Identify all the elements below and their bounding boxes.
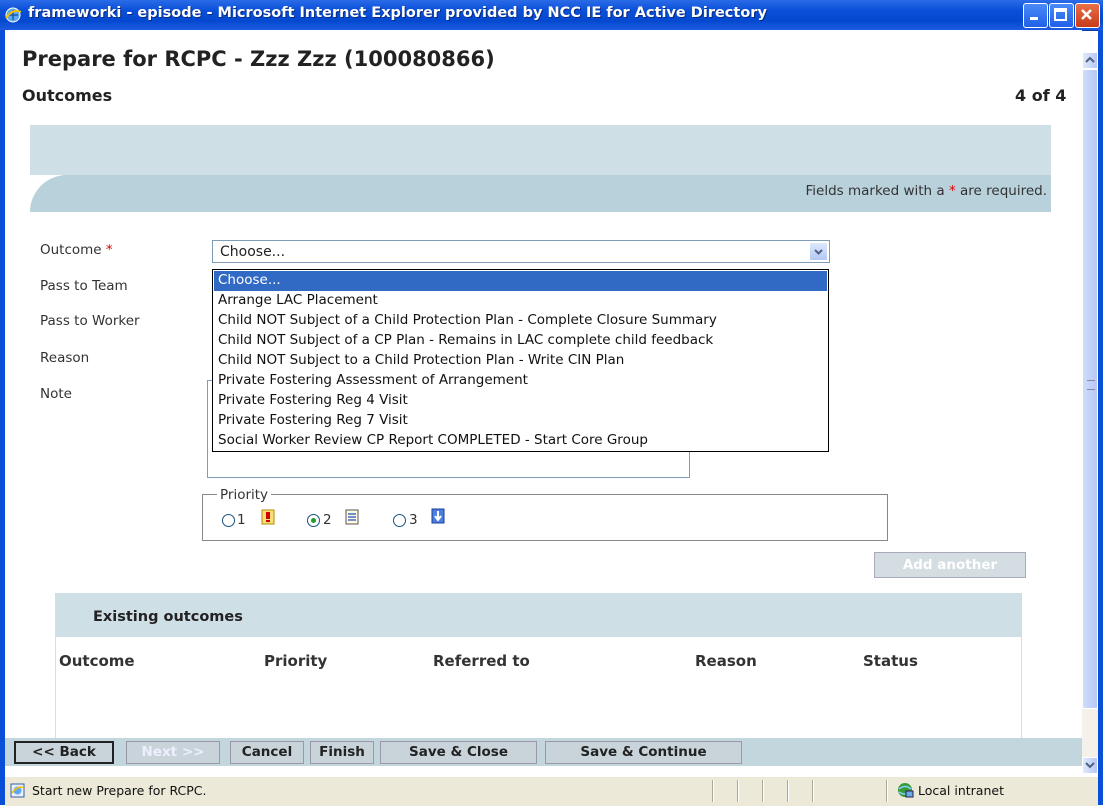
column-header-reason: Reason bbox=[695, 652, 757, 670]
column-header-referred-to: Referred to bbox=[433, 652, 530, 670]
dropdown-option[interactable]: Child NOT Subject of a CP Plan - Remains… bbox=[214, 331, 827, 351]
priority-2-radio[interactable] bbox=[307, 514, 320, 527]
required-fields-note: Fields marked with a * are required. bbox=[806, 183, 1048, 199]
status-text: Start new Prepare for RCPC. bbox=[32, 783, 207, 798]
high-priority-icon bbox=[261, 509, 275, 525]
status-divider bbox=[737, 780, 739, 802]
window-title-bar[interactable]: frameworki - episode - Microsoft Interne… bbox=[0, 0, 1103, 31]
dropdown-option[interactable]: Private Fostering Assessment of Arrangem… bbox=[214, 371, 827, 391]
save-close-button[interactable]: Save & Close bbox=[380, 741, 537, 764]
dropdown-option[interactable]: Social Worker Review CP Report COMPLETED… bbox=[214, 431, 827, 451]
reason-label: Reason bbox=[40, 350, 90, 366]
window-title: frameworki - episode - Microsoft Interne… bbox=[28, 5, 767, 21]
maximize-icon bbox=[1054, 8, 1067, 21]
window-frame-right bbox=[1098, 30, 1103, 805]
priority-2-label: 2 bbox=[323, 512, 332, 528]
column-header-status: Status bbox=[863, 652, 918, 670]
outcome-required-star: * bbox=[105, 242, 113, 258]
close-button[interactable] bbox=[1075, 3, 1100, 28]
page-icon bbox=[10, 783, 25, 798]
note-label: Note bbox=[40, 386, 72, 402]
chevron-up-icon bbox=[1085, 56, 1095, 63]
panel-header-band bbox=[30, 125, 1051, 175]
dropdown-option[interactable]: Child NOT Subject to a Child Protection … bbox=[214, 351, 827, 371]
priority-3-label: 3 bbox=[409, 512, 418, 528]
local-intranet-icon bbox=[898, 783, 914, 798]
normal-priority-icon bbox=[345, 509, 359, 525]
maximize-button[interactable] bbox=[1049, 3, 1074, 28]
scroll-grip-icon bbox=[1087, 380, 1095, 390]
save-continue-button[interactable]: Save & Continue bbox=[545, 741, 742, 764]
section-title: Outcomes bbox=[22, 86, 113, 105]
back-button[interactable]: << Back bbox=[14, 741, 114, 764]
low-priority-icon bbox=[431, 508, 445, 524]
priority-1-radio[interactable] bbox=[222, 514, 235, 527]
finish-button[interactable]: Finish bbox=[310, 741, 374, 764]
priority-3-radio[interactable] bbox=[393, 514, 406, 527]
page-counter: 4 of 4 bbox=[1015, 86, 1067, 105]
dropdown-option[interactable]: Choose... bbox=[214, 271, 827, 291]
status-divider bbox=[762, 780, 764, 802]
page-title: Prepare for RCPC - Zzz Zzz (100080866) bbox=[22, 47, 495, 71]
required-note-prefix: Fields marked with a bbox=[805, 183, 945, 199]
priority-1-label: 1 bbox=[237, 512, 246, 528]
status-divider bbox=[812, 780, 814, 802]
vertical-scrollbar[interactable] bbox=[1082, 52, 1098, 774]
status-divider bbox=[886, 780, 888, 802]
zone-text: Local intranet bbox=[918, 783, 1004, 798]
scroll-down-button[interactable] bbox=[1082, 757, 1098, 774]
chevron-down-icon bbox=[814, 249, 823, 255]
dropdown-button[interactable] bbox=[809, 242, 828, 261]
scroll-up-button[interactable] bbox=[1082, 52, 1098, 69]
dropdown-option[interactable]: Private Fostering Reg 4 Visit bbox=[214, 391, 827, 411]
priority-fieldset bbox=[202, 494, 888, 541]
cancel-button[interactable]: Cancel bbox=[230, 741, 304, 764]
minimize-button[interactable] bbox=[1023, 3, 1048, 28]
minimize-icon bbox=[1030, 17, 1038, 20]
outcome-label: Outcome * bbox=[40, 242, 113, 258]
dropdown-option[interactable]: Child NOT Subject of a Child Protection … bbox=[214, 311, 827, 331]
chevron-down-icon bbox=[1085, 762, 1095, 769]
dropdown-option[interactable]: Arrange LAC Placement bbox=[214, 291, 827, 311]
required-star: * bbox=[948, 183, 956, 199]
pass-to-team-label: Pass to Team bbox=[40, 278, 128, 294]
existing-outcomes-title: Existing outcomes bbox=[93, 609, 243, 625]
status-divider bbox=[712, 780, 714, 802]
column-header-priority: Priority bbox=[264, 652, 328, 670]
close-icon bbox=[1081, 9, 1092, 20]
pass-to-worker-label: Pass to Worker bbox=[40, 313, 140, 329]
scrollbar-thumb[interactable] bbox=[1082, 69, 1098, 709]
required-note-suffix: are required. bbox=[960, 183, 1047, 199]
outcome-select[interactable]: Choose... bbox=[212, 240, 830, 263]
outcome-dropdown-list[interactable]: Choose... Arrange LAC Placement Child NO… bbox=[212, 269, 829, 452]
add-another-button[interactable]: Add another bbox=[874, 552, 1026, 578]
radio-selected-dot bbox=[311, 518, 316, 523]
outcome-label-text: Outcome bbox=[40, 242, 102, 258]
priority-legend: Priority bbox=[217, 487, 272, 503]
column-header-outcome: Outcome bbox=[59, 652, 135, 670]
internet-explorer-icon bbox=[5, 7, 22, 23]
dropdown-option[interactable]: Private Fostering Reg 7 Visit bbox=[214, 411, 827, 431]
next-button[interactable]: Next >> bbox=[126, 741, 220, 764]
outcome-select-value: Choose... bbox=[220, 244, 286, 260]
status-divider bbox=[787, 780, 789, 802]
